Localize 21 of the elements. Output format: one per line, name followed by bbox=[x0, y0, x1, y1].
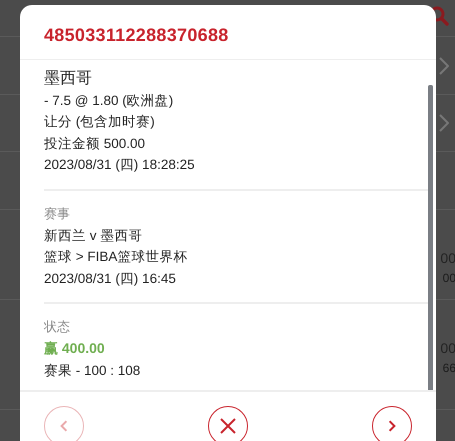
detail-text: 让分 (包含加时赛) bbox=[44, 113, 156, 131]
detail-text: 赛果 - 100 : 108 bbox=[44, 362, 142, 380]
chevron-right-icon[interactable] bbox=[439, 114, 449, 132]
detail-text: 篮球 > FIBA篮球世界杯 bbox=[44, 248, 188, 266]
detail-text: - 7.5 @ 1.80 (欧洲盘) bbox=[44, 92, 174, 110]
chevron-right-icon bbox=[388, 420, 396, 432]
close-button[interactable] bbox=[208, 406, 248, 441]
detail-text: 赢 400.00 bbox=[44, 339, 106, 358]
detail-text: 新西兰 v 墨西哥 bbox=[44, 226, 144, 244]
detail-text: 2023/08/31 (四) 16:45 bbox=[44, 270, 177, 288]
next-button[interactable] bbox=[372, 406, 412, 441]
chevron-right-icon[interactable] bbox=[439, 56, 449, 74]
detail-text: 投注金额 500.00 bbox=[44, 134, 146, 152]
close-icon bbox=[220, 418, 236, 434]
detail-text: 2023/08/31 (四) 18:28:25 bbox=[44, 156, 196, 174]
dialog-title: 485033112288370688 bbox=[44, 25, 229, 45]
chevron-left-icon bbox=[60, 420, 68, 432]
section-label: 赛事 bbox=[44, 204, 71, 222]
section-label: 状态 bbox=[44, 318, 71, 336]
detail-text: 墨西哥 bbox=[44, 69, 93, 89]
scrollbar[interactable] bbox=[428, 85, 433, 390]
